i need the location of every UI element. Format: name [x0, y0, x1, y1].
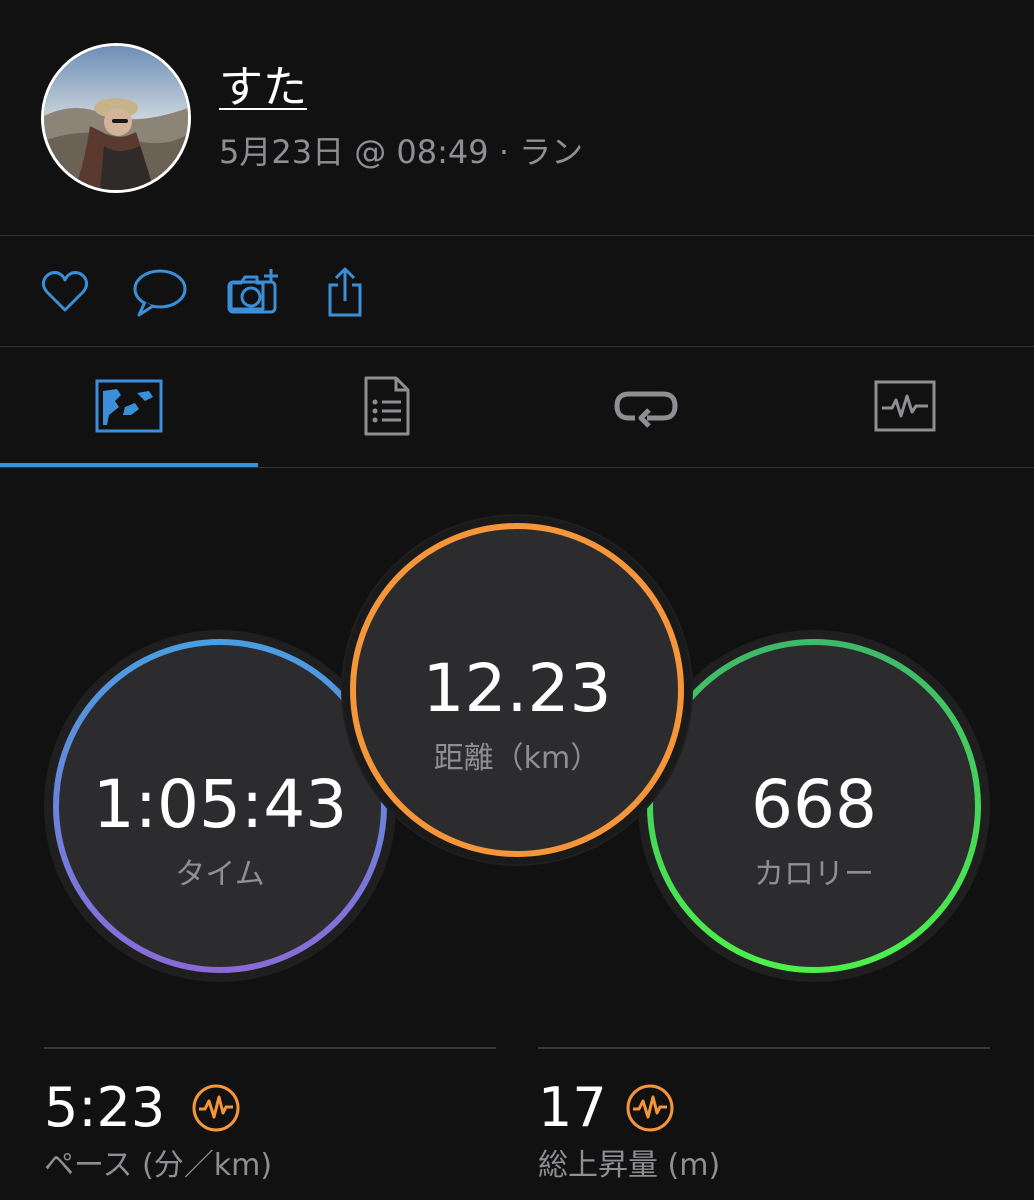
- comment-icon[interactable]: [131, 265, 187, 319]
- pace-activity-icon: [192, 1084, 240, 1132]
- stat-divider: [538, 1047, 990, 1049]
- divider: [0, 235, 1034, 236]
- laps-icon: [614, 391, 678, 428]
- tab-laps[interactable]: [517, 347, 775, 465]
- distance-ring[interactable]: 12.23 距離（km）: [341, 514, 693, 866]
- pace-label: ペース (分／km): [44, 1148, 273, 1183]
- avatar-photo: [44, 46, 188, 190]
- map-icon: [95, 379, 163, 433]
- summary-rings: 1:05:43 タイム 668 カロリー 12.23 距離（km）: [0, 480, 1034, 1000]
- distance-label: 距離（km）: [433, 741, 601, 776]
- stat-divider: [44, 1047, 496, 1049]
- pace-stat[interactable]: 5:23 ペース (分／km): [44, 1047, 496, 1197]
- chart-icon: [874, 380, 936, 432]
- divider: [0, 467, 1034, 468]
- avatar[interactable]: [41, 43, 191, 193]
- tab-charts[interactable]: [776, 347, 1034, 465]
- share-icon[interactable]: [318, 265, 372, 319]
- tab-map[interactable]: [0, 347, 258, 465]
- elevation-label: 総上昇量 (m): [538, 1148, 721, 1183]
- action-bar: [0, 237, 1034, 345]
- heart-icon[interactable]: [38, 265, 92, 319]
- username-link[interactable]: すた: [219, 62, 307, 114]
- activity-date-type: 5月23日 @ 08:49 · ラン: [219, 133, 584, 171]
- details-list-icon: [364, 376, 410, 436]
- pace-value: 5:23: [44, 1076, 166, 1139]
- elevation-stat[interactable]: 17 総上昇量 (m): [538, 1047, 990, 1197]
- activity-tabs: [0, 347, 1034, 467]
- add-photo-icon[interactable]: [225, 265, 279, 319]
- activity-header: すた 5月23日 @ 08:49 · ラン: [0, 0, 1034, 236]
- distance-value: 12.23: [422, 650, 612, 727]
- elevation-activity-icon: [626, 1084, 674, 1132]
- tab-details[interactable]: [258, 347, 516, 465]
- elevation-value: 17: [538, 1076, 607, 1139]
